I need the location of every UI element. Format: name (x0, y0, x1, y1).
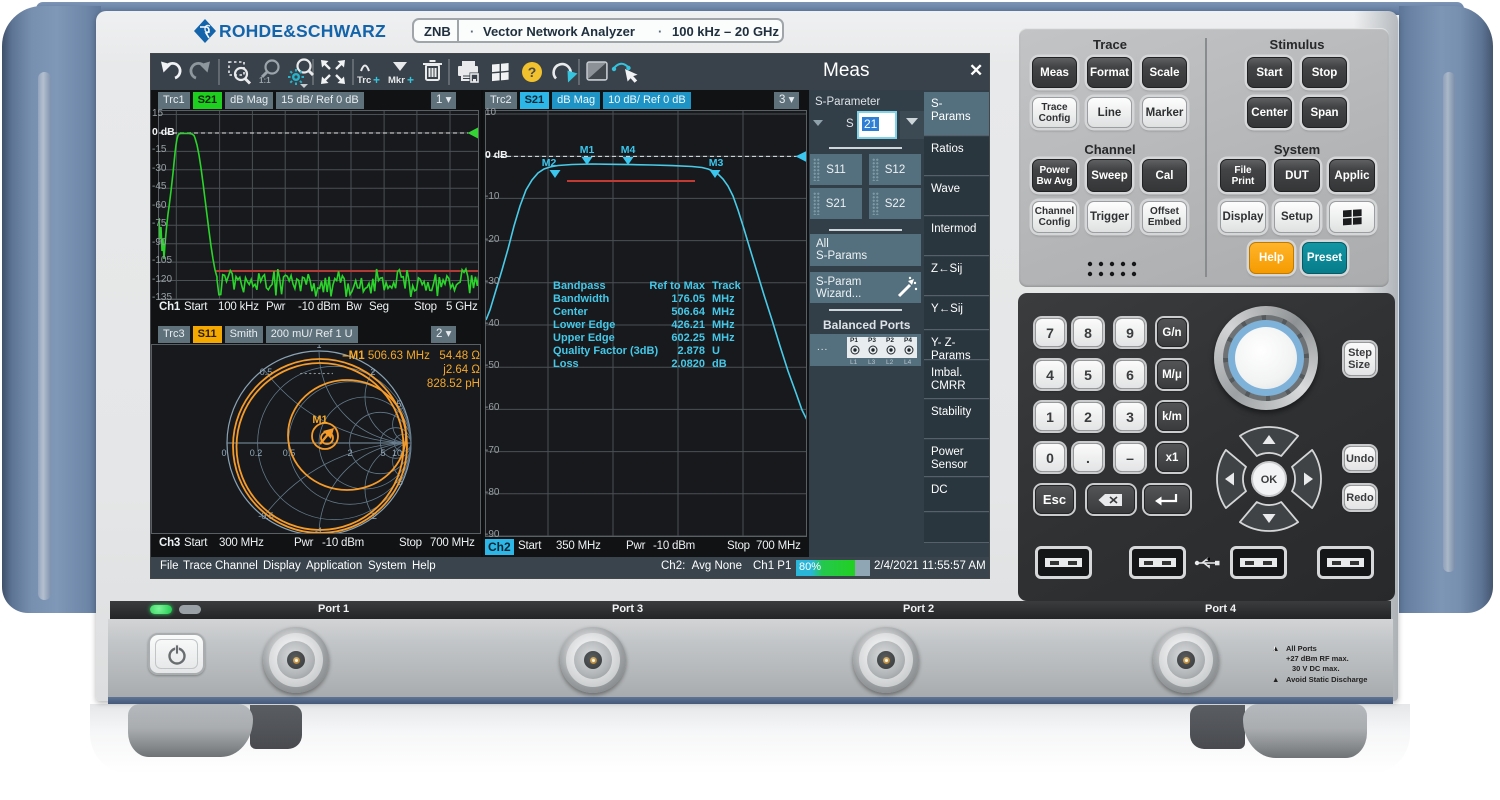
svg-text:5: 5 (380, 448, 385, 458)
svg-text:M2: M2 (542, 157, 557, 169)
svg-text:+: + (407, 73, 414, 87)
svg-text:2.878: 2.878 (677, 345, 705, 357)
svg-text:+: + (373, 73, 380, 87)
svg-text:Trc: Trc (357, 75, 371, 86)
svg-text:Mkr: Mkr (388, 75, 405, 86)
svg-text:Bandpass: Bandpass (553, 280, 606, 292)
svg-text:MHz: MHz (712, 293, 735, 305)
svg-text:1:1: 1:1 (259, 76, 271, 85)
svg-text:10: 10 (392, 448, 402, 458)
svg-text:Track: Track (712, 280, 742, 292)
svg-text:dB: dB (712, 358, 727, 370)
svg-text:602.25: 602.25 (671, 332, 705, 344)
svg-text:Lower Edge: Lower Edge (553, 319, 615, 331)
svg-text:2: 2 (347, 448, 352, 458)
svg-text:?: ? (528, 64, 537, 80)
svg-text:M1: M1 (312, 414, 327, 426)
svg-text:Bandwidth: Bandwidth (553, 293, 609, 305)
svg-text:MHz: MHz (712, 306, 735, 318)
svg-text:0.2: 0.2 (250, 448, 263, 458)
svg-text:U: U (712, 345, 720, 357)
svg-text:Quality Factor (3dB): Quality Factor (3dB) (553, 345, 658, 357)
svg-text:j2.64 Ω: j2.64 Ω (442, 364, 480, 376)
svg-text:OK: OK (1261, 474, 1278, 486)
svg-text:828.52 pH: 828.52 pH (427, 378, 480, 390)
svg-text:M3: M3 (709, 157, 724, 169)
svg-text:1: 1 (316, 344, 321, 350)
svg-text:Loss: Loss (553, 358, 579, 370)
svg-text:Upper Edge: Upper Edge (553, 332, 615, 344)
svg-text:506.64: 506.64 (671, 306, 706, 318)
svg-text:-0.5: -0.5 (258, 511, 274, 521)
svg-text:2.0820: 2.0820 (671, 358, 705, 370)
svg-text:MHz: MHz (712, 332, 735, 344)
svg-text:426.21: 426.21 (671, 319, 705, 331)
svg-text:Ref to Max: Ref to Max (649, 280, 706, 292)
svg-text:176.05: 176.05 (671, 293, 705, 305)
svg-text:M1: M1 (580, 144, 595, 156)
svg-text:MHz: MHz (712, 319, 735, 331)
svg-text:Center: Center (553, 306, 589, 318)
svg-text:–M1 506.63 MHz 54.48 Ω: –M1 506.63 MHz 54.48 Ω (342, 350, 480, 362)
svg-text:M4: M4 (621, 144, 636, 156)
svg-text:0: 0 (221, 448, 226, 458)
